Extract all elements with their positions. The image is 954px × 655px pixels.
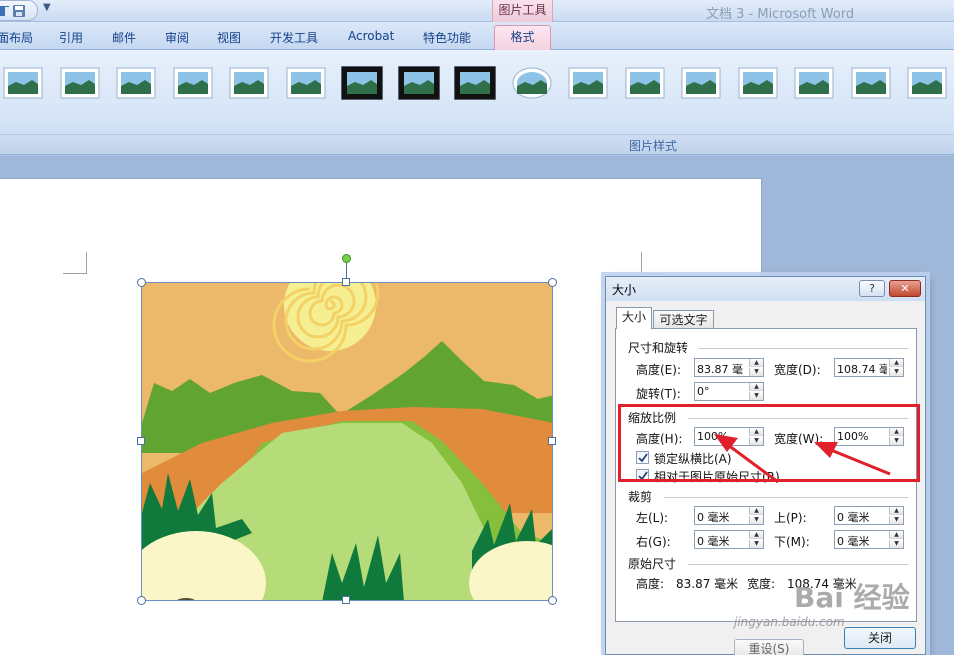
red-arrow-icon xyxy=(714,434,779,484)
watermark-url: jingyan.baidu.com xyxy=(734,615,845,629)
annotation-arrows xyxy=(714,434,891,484)
watermark-brand: Bai 经验 xyxy=(794,581,910,614)
baidu-watermark: Bai 经验 jingyan.baidu.com xyxy=(734,574,954,644)
tab-size[interactable]: 大小 xyxy=(616,307,652,329)
red-arrow-icon xyxy=(814,442,891,476)
